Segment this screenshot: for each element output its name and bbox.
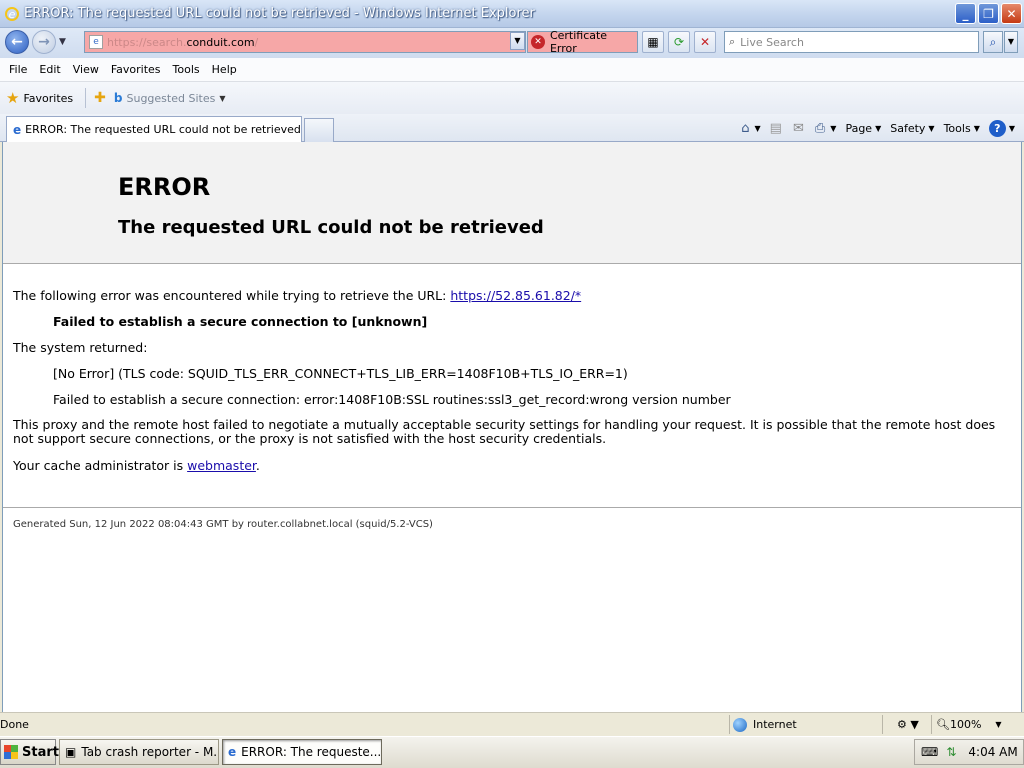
bing-icon: b	[113, 91, 123, 105]
tls-error-code: [No Error] (TLS code: SQUID_TLS_ERR_CONN…	[53, 366, 628, 381]
close-button[interactable]: ✕	[1001, 3, 1022, 24]
help-menu[interactable]: ? ▼	[986, 119, 1018, 137]
new-tab-button[interactable]	[304, 118, 334, 142]
menu-tools[interactable]: Tools	[168, 63, 205, 76]
windows-logo-icon	[4, 745, 18, 759]
svg-text:e: e	[9, 8, 16, 21]
maximize-button[interactable]: ❐	[978, 3, 999, 24]
clock[interactable]: 4:04 AM	[968, 745, 1017, 759]
menu-file[interactable]: File	[4, 63, 32, 76]
divider	[3, 507, 1021, 508]
search-icon: ⌕	[729, 35, 736, 48]
system-returned-label: The system returned:	[13, 340, 148, 355]
menu-edit[interactable]: Edit	[34, 63, 65, 76]
printer-icon: ⎙	[814, 120, 826, 136]
home-button[interactable]: ⌂ ▼	[738, 121, 763, 136]
minimize-button[interactable]: _	[955, 3, 976, 24]
favorites-button[interactable]: Favorites	[23, 92, 73, 105]
shield-error-icon: ✕	[531, 35, 545, 49]
retrieved-url-link[interactable]: https://52.85.61.82/*	[450, 288, 581, 303]
title-bar: e ERROR: The requested URL could not be …	[0, 0, 1024, 28]
refresh-icon[interactable]: ⟳	[668, 31, 690, 53]
stop-icon[interactable]: ✕	[694, 31, 716, 53]
add-to-favorites-icon[interactable]: ✚	[94, 90, 106, 106]
taskbar-item-tab-crash-reporter[interactable]: ▣ Tab crash reporter - M...	[59, 739, 219, 765]
address-bar[interactable]: e https://search. conduit.com /	[84, 31, 526, 53]
read-mail-button[interactable]: ✉	[790, 121, 809, 136]
search-options-dropdown[interactable]: ▼	[1004, 31, 1018, 53]
ssl-error-detail: Failed to establish a secure connection:…	[53, 392, 731, 407]
home-icon: ⌂	[741, 120, 750, 136]
status-text: Done	[0, 718, 29, 731]
generated-footer: Generated Sun, 12 Jun 2022 08:04:43 GMT …	[13, 519, 433, 530]
error-header: ERROR The requested URL could not be ret…	[3, 142, 1021, 264]
protected-mode-icon[interactable]: ⚙ ▼	[882, 715, 930, 734]
compatibility-view-icon[interactable]: ▦	[642, 31, 664, 53]
menu-view[interactable]: View	[68, 63, 104, 76]
menu-favorites[interactable]: Favorites	[106, 63, 166, 76]
safety-menu[interactable]: Safety ▼	[887, 122, 937, 135]
security-zone[interactable]: Internet	[729, 715, 881, 734]
webmaster-link[interactable]: webmaster	[187, 458, 256, 473]
app-icon: ▣	[65, 745, 77, 759]
search-button[interactable]: ⌕	[983, 31, 1003, 53]
search-input[interactable]: ⌕ Live Search	[724, 31, 979, 53]
error-explanation: This proxy and the remote host failed to…	[13, 417, 996, 446]
divider	[85, 88, 87, 108]
zoom-control[interactable]: 🔍︎ 100% ▼	[931, 715, 1011, 734]
error-intro: The following error was encountered whil…	[13, 288, 582, 303]
mail-icon: ✉	[792, 120, 804, 136]
menu-bar: File Edit View Favorites Tools Help	[0, 58, 1024, 82]
navigation-bar: ← → ▼ e https://search. conduit.com / ▼ ✕ …	[0, 28, 1024, 58]
ie-page-icon: e	[13, 122, 22, 137]
recent-pages-dropdown[interactable]: ▼	[59, 37, 73, 47]
favorites-bar: ★ Favorites ✚ b Suggested Sites ▼	[0, 82, 1024, 114]
page-menu[interactable]: Page ▼	[842, 122, 884, 135]
taskbar-item-ie-error[interactable]: e ERROR: The requeste...	[222, 739, 382, 765]
system-tray: ⌨ ⇅ 4:04 AM	[914, 739, 1024, 765]
rss-icon: ▤	[769, 120, 782, 136]
back-button[interactable]: ←	[5, 30, 29, 54]
help-icon: ?	[988, 119, 1006, 137]
feeds-button[interactable]: ▤	[767, 121, 787, 136]
status-bar: Done Internet ⚙ ▼ 🔍︎ 100% ▼	[0, 712, 1024, 736]
certificate-error-button[interactable]: ✕ Certificate Error	[527, 29, 638, 55]
favorites-star-icon: ★	[6, 89, 20, 107]
menu-help[interactable]: Help	[207, 63, 242, 76]
error-title: ERROR	[118, 173, 211, 201]
admin-contact: Your cache administrator is webmaster.	[13, 458, 260, 473]
page-content: ERROR The requested URL could not be ret…	[2, 142, 1022, 712]
tools-menu[interactable]: Tools ▼	[941, 122, 983, 135]
error-subtitle: The requested URL could not be retrieved	[118, 217, 544, 238]
tab-bar: e ERROR: The requested URL could not be …	[0, 114, 1024, 142]
ie-icon: e	[228, 745, 237, 759]
suggested-sites-button[interactable]: Suggested Sites	[126, 92, 215, 105]
forward-button[interactable]: →	[32, 30, 56, 54]
window-title: ERROR: The requested URL could not be re…	[24, 6, 535, 21]
ie-icon: e	[4, 6, 20, 22]
keyboard-icon[interactable]: ⌨	[921, 745, 938, 759]
start-button[interactable]: Start	[0, 739, 59, 765]
command-bar: ⌂ ▼ ▤ ✉ ⎙ ▼ Page ▼ Safety ▼ Tools ▼ ? ▼	[738, 116, 1018, 140]
globe-icon	[733, 717, 747, 732]
address-dropdown-icon[interactable]: ▼	[510, 32, 525, 50]
zoom-icon: 🔍︎	[936, 718, 950, 731]
chevron-down-icon[interactable]: ▼	[219, 94, 225, 103]
print-button[interactable]: ⎙ ▼	[812, 121, 840, 136]
page-icon: e	[89, 35, 103, 49]
tab-error-page[interactable]: e ERROR: The requested URL could not be …	[6, 116, 302, 142]
network-icon[interactable]: ⇅	[946, 745, 956, 759]
error-summary: Failed to establish a secure connection …	[53, 314, 428, 329]
taskbar: Start ▣ Tab crash reporter - M... e ERRO…	[0, 736, 1024, 768]
chevron-down-icon: ▼	[995, 720, 1002, 729]
